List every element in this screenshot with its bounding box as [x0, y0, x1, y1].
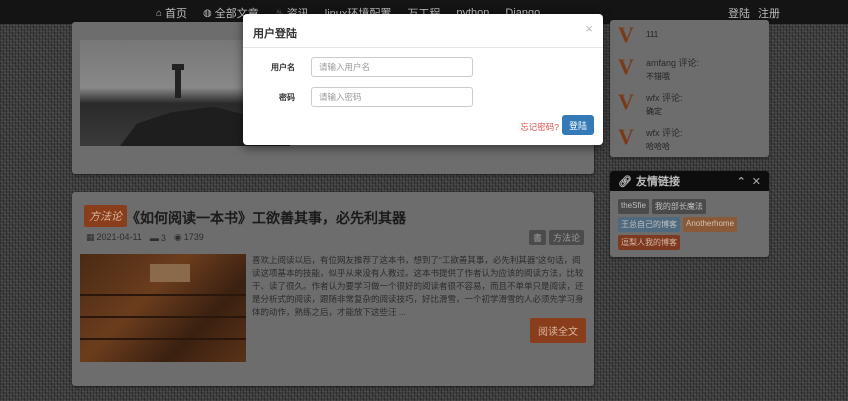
nav-item-label: 首页	[165, 8, 188, 20]
password-input[interactable]	[311, 87, 473, 107]
modal-title: 用户登陆	[253, 28, 297, 40]
comment-user: wfx 评论:	[646, 93, 683, 103]
page: ⌂ 首页 ◍ 全部文章 ♨ 资讯 linux环境配置 万工程 python Dj…	[0, 0, 848, 401]
friend-link[interactable]: 王总自己的博客	[618, 217, 680, 232]
comment-body: 哈哈哈	[646, 142, 670, 151]
avatar: V	[618, 22, 634, 47]
comment-body: 确定	[646, 107, 662, 116]
shelf-line	[80, 316, 246, 318]
comment-text: wfx 评论: 哈哈哈	[646, 126, 683, 152]
login-submit-button[interactable]: 登陆	[562, 115, 594, 135]
comment-body: 不错哦	[646, 72, 670, 81]
post-tags: 書 方法论	[528, 230, 584, 245]
close-icon[interactable]: ✕	[752, 175, 761, 188]
post-title[interactable]: 《如何阅读一本书》工欲善其事，必先利其器	[126, 208, 406, 228]
username-input[interactable]	[311, 57, 473, 77]
post-category-badge[interactable]: 方法论	[84, 205, 127, 227]
friend-link[interactable]: 我的部长魔法	[651, 199, 706, 214]
comment-text: wfx 评论: 确定	[646, 91, 683, 117]
comment-user: wfx 评论:	[646, 128, 683, 138]
forgot-password-link[interactable]: 忘记密码?	[520, 121, 559, 133]
shelf-line	[80, 294, 246, 296]
post-comment-count: ▬ 3	[149, 232, 166, 243]
friend-links-title: 友情链接	[635, 176, 680, 188]
recent-comments-panel: V 111 V amfang 评论: 不错哦 V wfx 评论: 确定 V wf…	[610, 20, 769, 157]
calendar-icon: ▦	[86, 232, 95, 242]
post-tag[interactable]: 方法论	[548, 230, 584, 245]
home-icon: ⌂	[156, 7, 163, 19]
link-icon: 🔗︎	[618, 175, 632, 188]
password-label: 密码	[279, 93, 295, 102]
nav-auth: 登陆 注册	[728, 5, 780, 21]
friend-link[interactable]: theSfie	[618, 199, 649, 214]
friend-links-header: 🔗︎ 友情链接 ⌃ ✕	[610, 171, 769, 191]
username-label: 用户名	[271, 63, 295, 72]
post-meta: ▦ 2021-04-11 ▬ 3 ◉ 1739	[86, 232, 204, 243]
shelf-line	[80, 338, 246, 340]
post-tag[interactable]: 書	[528, 230, 546, 245]
eye-icon: ◉	[173, 232, 182, 242]
post-date: ▦ 2021-04-11	[86, 232, 142, 242]
friend-links-panel: 🔗︎ 友情链接 ⌃ ✕ theSfie 我的部长魔法 王总自己的博客 Anoth…	[610, 171, 769, 257]
read-more-button[interactable]: 阅读全文	[530, 318, 586, 343]
friend-link[interactable]: 逗梨人我的博客	[618, 235, 680, 250]
nav-register-link[interactable]: 注册	[758, 5, 780, 21]
lighthouse-tower	[175, 68, 181, 98]
avatar: V	[618, 89, 634, 114]
avatar: V	[618, 54, 634, 79]
comment-body: 111	[646, 30, 659, 39]
post-view-count: ◉ 1739	[173, 232, 204, 242]
comment-item[interactable]: V amfang 评论: 不错哦	[618, 56, 699, 82]
collapse-icon[interactable]: ⌃	[737, 175, 746, 188]
panel-controls: ⌃ ✕	[737, 175, 761, 188]
post-thumbnail-bookstore[interactable]	[80, 254, 246, 362]
comment-icon: ▬	[149, 232, 159, 243]
post-excerpt: 喜欢上阅读以后，有位网友推荐了这本书，想到了“工欲善其事，必先利其器”这句话，阅…	[252, 255, 584, 317]
comment-item[interactable]: V wfx 评论: 哈哈哈	[618, 126, 683, 152]
friend-links-list: theSfie 我的部长魔法 王总自己的博客 Anotherhome 逗梨人我的…	[618, 199, 764, 250]
comment-text: 111	[646, 24, 658, 46]
modal-close-button[interactable]: ×	[585, 21, 593, 36]
comment-text: amfang 评论: 不错哦	[646, 56, 699, 82]
nav-login-link[interactable]: 登陆	[728, 5, 750, 21]
nav-item-home[interactable]: ⌂ 首页	[156, 5, 187, 21]
post-card: 方法论 《如何阅读一本书》工欲善其事，必先利其器 ▦ 2021-04-11 ▬ 3 …	[72, 192, 594, 386]
comment-user: amfang 评论:	[646, 58, 700, 68]
comment-item[interactable]: V wfx 评论: 确定	[618, 91, 683, 117]
modal-header: 用户登陆 ×	[243, 14, 603, 48]
avatar: V	[618, 124, 634, 149]
friend-link[interactable]: Anotherhome	[683, 217, 738, 232]
globe-icon: ◍	[203, 7, 212, 19]
store-light	[150, 264, 190, 282]
login-modal: 用户登陆 × 用户名 密码 忘记密码? 登陆	[243, 14, 603, 145]
comment-item[interactable]: V 111	[618, 24, 658, 46]
